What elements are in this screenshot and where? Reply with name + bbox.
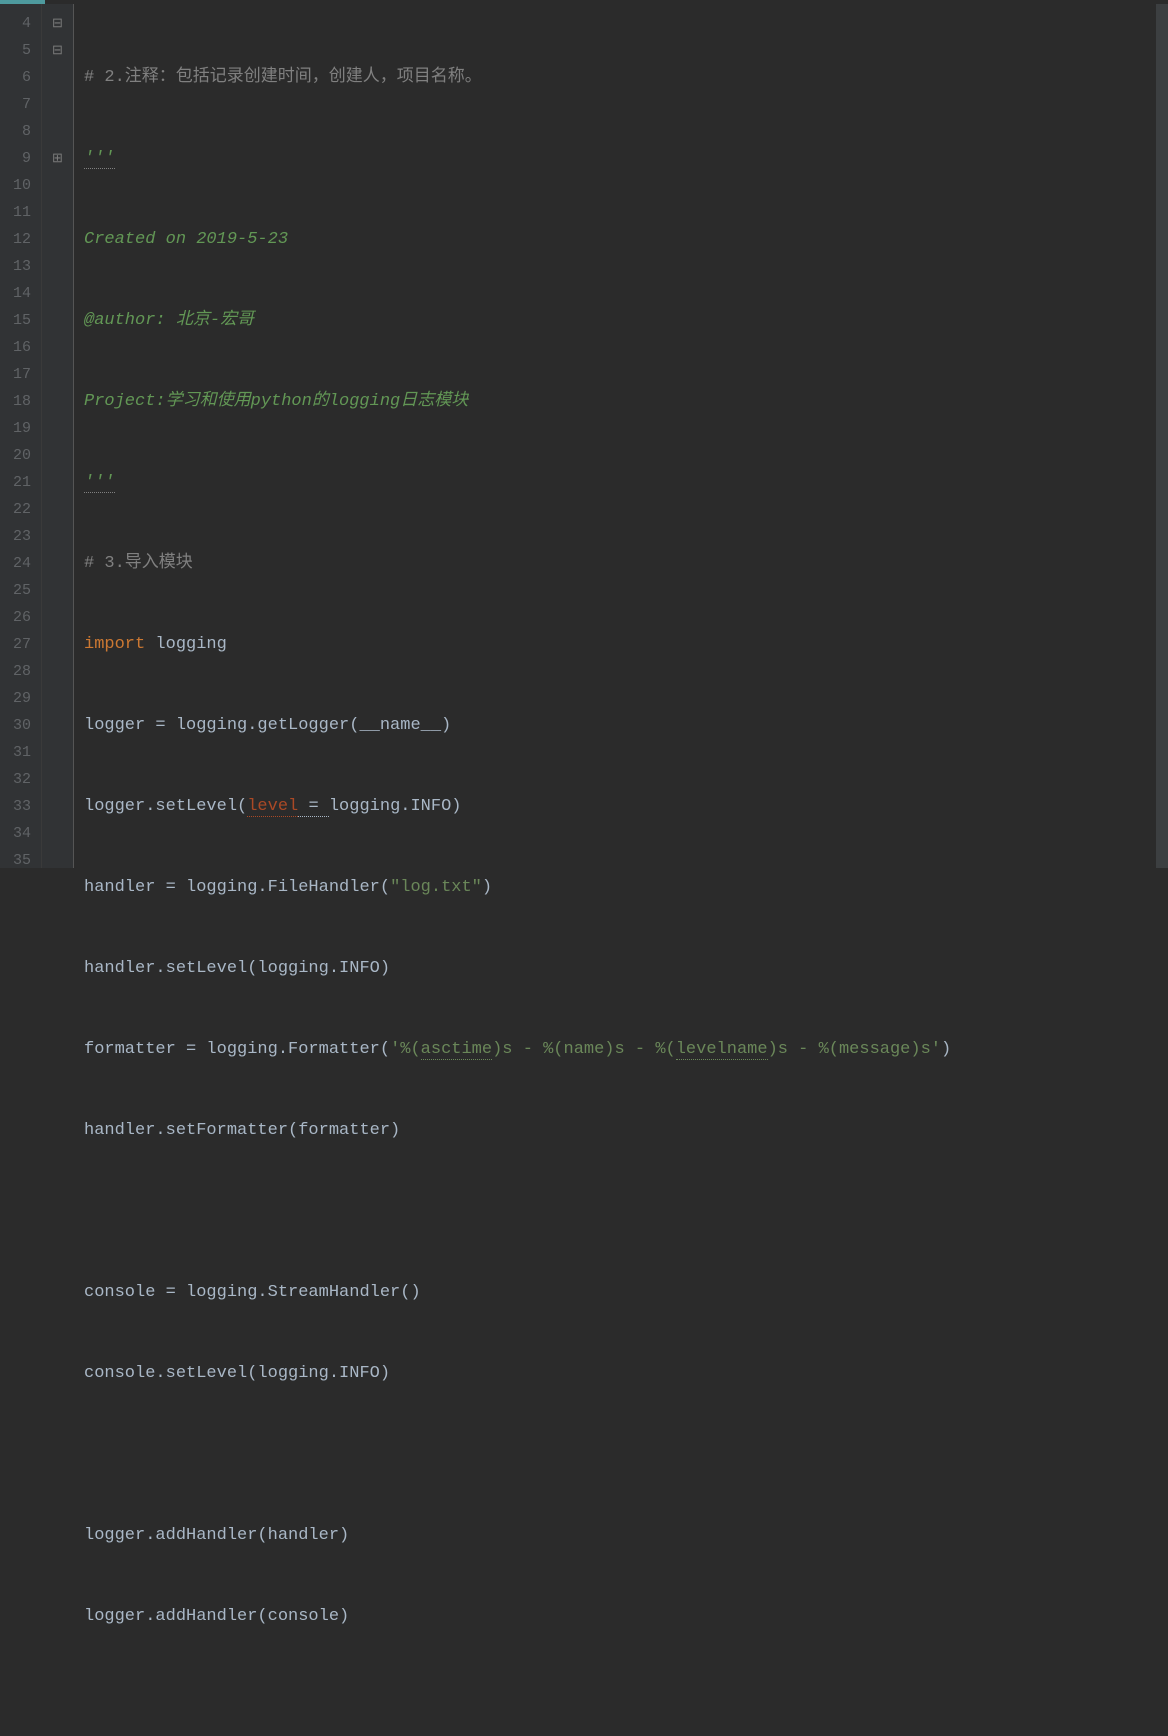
fold-marker (42, 172, 73, 199)
docstring-text: Created on 2019-5-23 (84, 230, 288, 249)
code-line (84, 1441, 1168, 1468)
fold-marker (42, 388, 73, 415)
fold-marker (42, 91, 73, 118)
fold-marker (42, 253, 73, 280)
code-editor: 4567891011121314151617181920212223242526… (0, 4, 1168, 868)
fold-marker[interactable]: ⊟ (42, 37, 73, 64)
fold-marker (42, 739, 73, 766)
docstring-text: Project:学习和使用python的logging日志模块 (84, 392, 468, 411)
line-number[interactable]: 28 (0, 658, 31, 685)
line-number[interactable]: 30 (0, 712, 31, 739)
line-number[interactable]: 25 (0, 577, 31, 604)
code-line: Created on 2019-5-23 (84, 226, 1168, 253)
code-line: ''' (84, 469, 1168, 496)
fold-marker (42, 793, 73, 820)
fold-marker (42, 415, 73, 442)
docstring-text: ''' (84, 149, 115, 169)
line-number[interactable]: 4 (0, 10, 31, 37)
fold-marker (42, 523, 73, 550)
fold-marker (42, 469, 73, 496)
code-line: import logging (84, 631, 1168, 658)
line-number[interactable]: 15 (0, 307, 31, 334)
line-number[interactable]: 32 (0, 766, 31, 793)
line-number[interactable]: 26 (0, 604, 31, 631)
line-number[interactable]: 23 (0, 523, 31, 550)
code-line: handler.setLevel(logging.INFO) (84, 955, 1168, 982)
line-number[interactable]: 10 (0, 172, 31, 199)
fold-marker[interactable]: ⊟ (42, 10, 73, 37)
code-line: logger.setLevel(level = logging.INFO) (84, 793, 1168, 820)
fold-gutter[interactable]: ⊟⊟ ⊞ (42, 4, 74, 868)
fold-marker (42, 820, 73, 847)
docstring-text: ''' (84, 473, 115, 493)
fold-marker (42, 307, 73, 334)
line-number[interactable]: 18 (0, 388, 31, 415)
line-number[interactable]: 31 (0, 739, 31, 766)
vertical-scrollbar[interactable] (1156, 4, 1168, 868)
fold-marker (42, 199, 73, 226)
fold-marker (42, 226, 73, 253)
code-line (84, 1198, 1168, 1225)
code-line: ''' (84, 145, 1168, 172)
fold-marker (42, 577, 73, 604)
line-number[interactable]: 19 (0, 415, 31, 442)
keyword: import (84, 635, 145, 654)
line-number[interactable]: 16 (0, 334, 31, 361)
comment-text: # 2.注释：包括记录创建时间，创建人，项目名称。 (84, 68, 482, 87)
line-number[interactable]: 12 (0, 226, 31, 253)
line-number[interactable]: 13 (0, 253, 31, 280)
line-number-gutter[interactable]: 4567891011121314151617181920212223242526… (0, 4, 42, 868)
fold-marker (42, 604, 73, 631)
fold-marker (42, 847, 73, 874)
code-line: # 3.导入模块 (84, 550, 1168, 577)
code-line: Project:学习和使用python的logging日志模块 (84, 388, 1168, 415)
comment-text: # 3.导入模块 (84, 554, 193, 573)
line-number[interactable]: 7 (0, 91, 31, 118)
line-number[interactable]: 11 (0, 199, 31, 226)
code-line: console = logging.StreamHandler() (84, 1279, 1168, 1306)
line-number[interactable]: 14 (0, 280, 31, 307)
fold-marker (42, 118, 73, 145)
fold-marker (42, 685, 73, 712)
code-line: logger = logging.getLogger(__name__) (84, 712, 1168, 739)
line-number[interactable]: 29 (0, 685, 31, 712)
line-number[interactable]: 35 (0, 847, 31, 874)
line-number[interactable]: 8 (0, 118, 31, 145)
code-line: handler = logging.FileHandler("log.txt") (84, 874, 1168, 901)
code-line: logger.addHandler(handler) (84, 1522, 1168, 1549)
fold-marker (42, 280, 73, 307)
code-line: console.setLevel(logging.INFO) (84, 1360, 1168, 1387)
line-number[interactable]: 21 (0, 469, 31, 496)
code-line: logger.addHandler(console) (84, 1603, 1168, 1630)
fold-marker (42, 550, 73, 577)
fold-marker[interactable]: ⊞ (42, 145, 73, 172)
code-line: handler.setFormatter(formatter) (84, 1117, 1168, 1144)
line-number[interactable]: 5 (0, 37, 31, 64)
fold-marker (42, 64, 73, 91)
line-number[interactable]: 33 (0, 793, 31, 820)
code-line (84, 1684, 1168, 1711)
line-number[interactable]: 34 (0, 820, 31, 847)
fold-marker (42, 334, 73, 361)
line-number[interactable]: 20 (0, 442, 31, 469)
code-line: @author: 北京-宏哥 (84, 307, 1168, 334)
line-number[interactable]: 17 (0, 361, 31, 388)
code-line: # 2.注释：包括记录创建时间，创建人，项目名称。 (84, 64, 1168, 91)
line-number[interactable]: 27 (0, 631, 31, 658)
fold-marker (42, 631, 73, 658)
code-line: formatter = logging.Formatter('%(asctime… (84, 1036, 1168, 1063)
line-number[interactable]: 22 (0, 496, 31, 523)
line-number[interactable]: 6 (0, 64, 31, 91)
code-area[interactable]: # 2.注释：包括记录创建时间，创建人，项目名称。 ''' Created on… (74, 4, 1168, 868)
docstring-text: @author: 北京-宏哥 (84, 311, 254, 330)
fold-marker (42, 496, 73, 523)
fold-marker (42, 766, 73, 793)
fold-marker (42, 442, 73, 469)
line-number[interactable]: 9 (0, 145, 31, 172)
fold-marker (42, 361, 73, 388)
fold-marker (42, 712, 73, 739)
line-number[interactable]: 24 (0, 550, 31, 577)
fold-marker (42, 658, 73, 685)
